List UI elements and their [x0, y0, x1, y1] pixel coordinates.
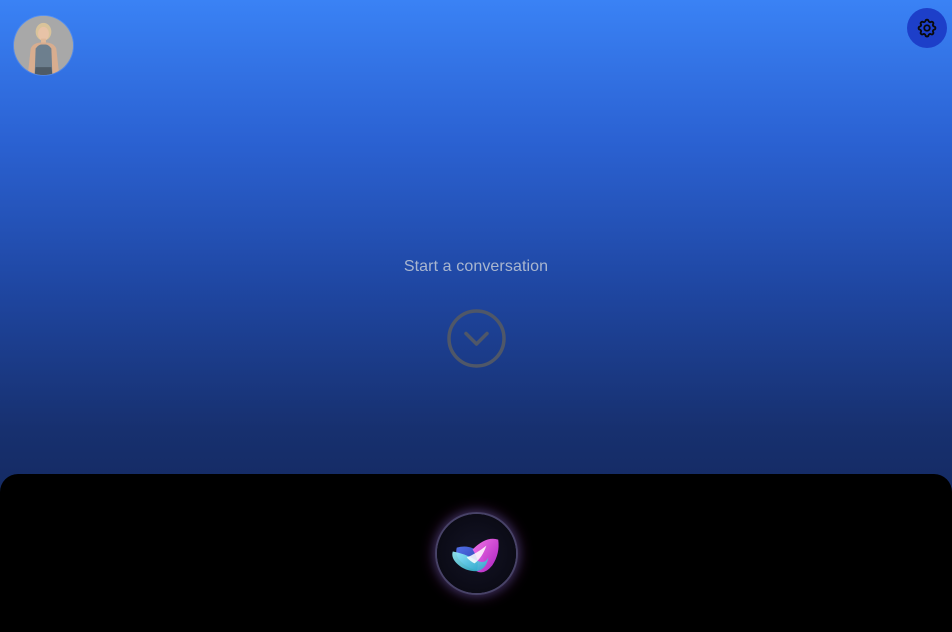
assistant-orb-button[interactable]: [437, 514, 516, 593]
empty-state: Start a conversation: [0, 258, 952, 276]
scroll-down-button[interactable]: [446, 308, 507, 369]
chevron-down-circle-icon: [447, 309, 506, 368]
empty-state-message: Start a conversation: [403, 258, 549, 275]
avatar-image: [14, 16, 73, 75]
settings-button[interactable]: [907, 8, 947, 48]
app-window: Start a conversation: [0, 0, 952, 632]
avatar[interactable]: [14, 16, 73, 75]
siri-orb-icon: [452, 538, 499, 573]
gear-icon: [917, 18, 937, 38]
